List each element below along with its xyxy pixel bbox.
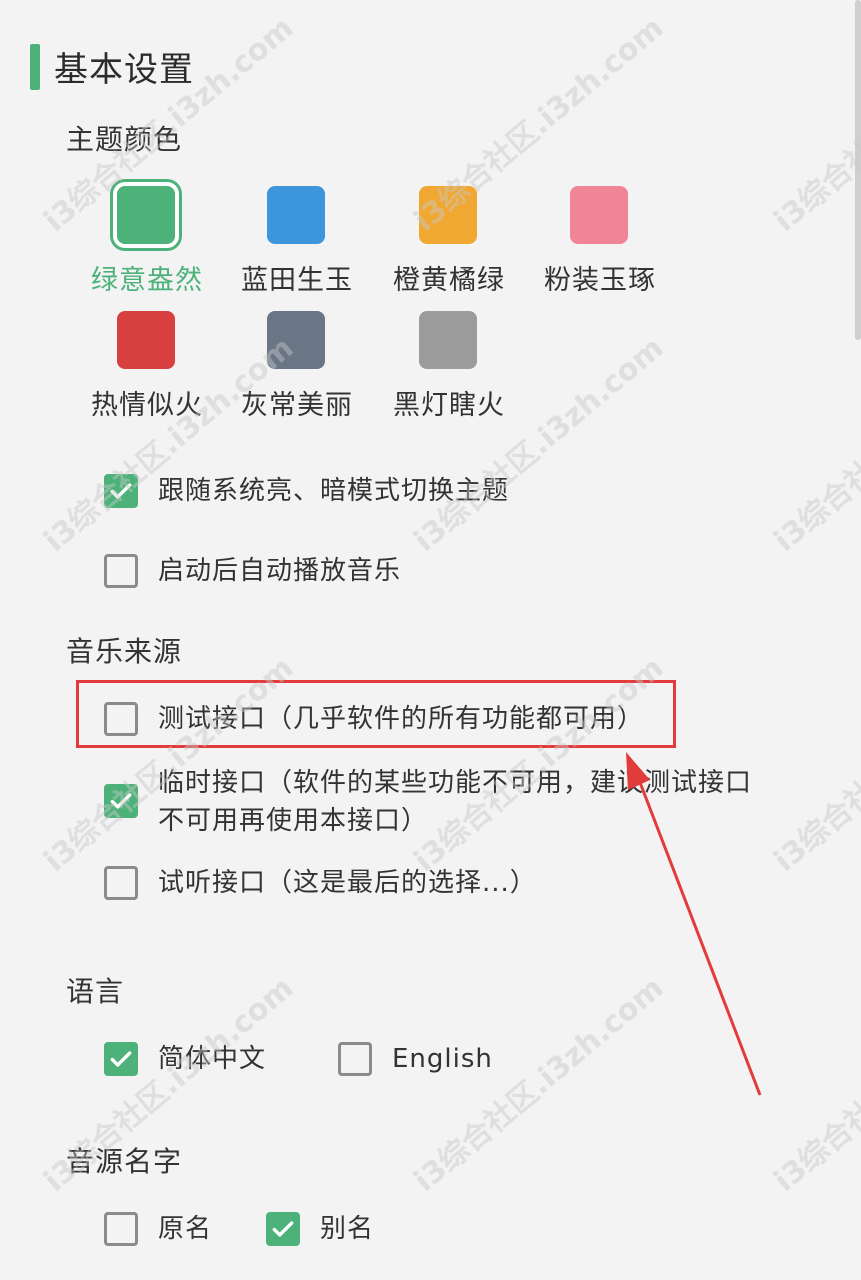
checkbox-box[interactable] — [104, 474, 138, 508]
source-name-label: 音源名字 — [66, 1145, 183, 1178]
source-preview-api-checkbox[interactable]: 试听接口（这是最后的选择...） — [104, 864, 537, 902]
check-icon — [110, 483, 132, 499]
checkbox-label: 启动后自动播放音乐 — [158, 556, 402, 586]
theme-color-label: 主题颜色 — [66, 123, 183, 156]
theme-swatch-dark[interactable]: 黑灯瞎火 — [364, 311, 534, 461]
section-title: 基本设置 — [54, 50, 194, 90]
autoplay-checkbox[interactable]: 启动后自动播放音乐 — [104, 552, 401, 590]
swatch-label: 黑灯瞎火 — [393, 390, 505, 421]
checkbox-label: 临时接口（软件的某些功能不可用，建议测试接口 不可用再使用本接口） — [158, 764, 752, 840]
swatch-label: 蓝田生玉 — [241, 265, 353, 296]
checkbox-box[interactable] — [104, 1212, 138, 1246]
color-chip — [117, 186, 175, 244]
checkbox-label: 试听接口（这是最后的选择...） — [158, 868, 537, 898]
checkbox-label: English — [392, 1044, 493, 1074]
color-chip — [570, 186, 628, 244]
source-temp-api-checkbox[interactable]: 临时接口（软件的某些功能不可用，建议测试接口 不可用再使用本接口） — [104, 768, 752, 840]
theme-swatch-gray[interactable]: 灰常美丽 — [212, 311, 382, 461]
scrollbar[interactable] — [855, 0, 861, 340]
source-name-original-checkbox[interactable]: 原名 — [104, 1210, 212, 1248]
checkbox-label: 简体中文 — [158, 1044, 267, 1074]
checkbox-box[interactable] — [104, 866, 138, 900]
source-name-alias-checkbox[interactable]: 别名 — [266, 1210, 374, 1248]
checkbox-box[interactable] — [338, 1042, 372, 1076]
check-icon — [272, 1221, 294, 1237]
watermark: i3综合社区.i3zh.com — [767, 10, 861, 239]
checkbox-label: 跟随系统亮、暗模式切换主题 — [158, 476, 510, 506]
checkbox-box[interactable] — [104, 554, 138, 588]
annotation-highlight-box — [76, 680, 676, 748]
color-chip — [419, 186, 477, 244]
checkbox-label-line1: 临时接口（软件的某些功能不可用，建议测试接口 — [158, 768, 753, 798]
checkbox-label: 原名 — [158, 1214, 213, 1244]
swatch-label: 绿意盎然 — [91, 265, 203, 296]
theme-swatch-pink[interactable]: 粉装玉琢 — [515, 186, 685, 336]
checkbox-label: 别名 — [320, 1214, 375, 1244]
color-chip — [267, 186, 325, 244]
music-source-label: 音乐来源 — [66, 635, 183, 668]
swatch-label: 粉装玉琢 — [544, 265, 656, 296]
checkbox-label-line2: 不可用再使用本接口） — [158, 806, 429, 836]
color-chip — [419, 311, 477, 369]
language-en-checkbox[interactable]: English — [338, 1040, 493, 1078]
checkbox-box[interactable] — [104, 1042, 138, 1076]
watermark: i3综合社区.i3zh.com — [767, 330, 861, 559]
watermark: i3综合社区.i3zh.com — [407, 970, 671, 1199]
section-accent-bar — [30, 44, 40, 90]
swatch-label: 橙黄橘绿 — [393, 265, 505, 296]
theme-swatch-red[interactable]: 热情似火 — [62, 311, 232, 461]
checkbox-box[interactable] — [104, 784, 138, 818]
color-chip — [117, 311, 175, 369]
follow-system-checkbox[interactable]: 跟随系统亮、暗模式切换主题 — [104, 472, 509, 510]
language-zh-checkbox[interactable]: 简体中文 — [104, 1040, 266, 1078]
watermark: i3综合社区.i3zh.com — [767, 650, 861, 879]
swatch-label: 热情似火 — [91, 390, 203, 421]
language-label: 语言 — [66, 975, 125, 1008]
checkbox-box[interactable] — [266, 1212, 300, 1246]
check-icon — [110, 793, 132, 809]
color-chip — [267, 311, 325, 369]
watermark: i3综合社区.i3zh.com — [767, 970, 861, 1199]
swatch-label: 灰常美丽 — [241, 390, 353, 421]
check-icon — [110, 1051, 132, 1067]
